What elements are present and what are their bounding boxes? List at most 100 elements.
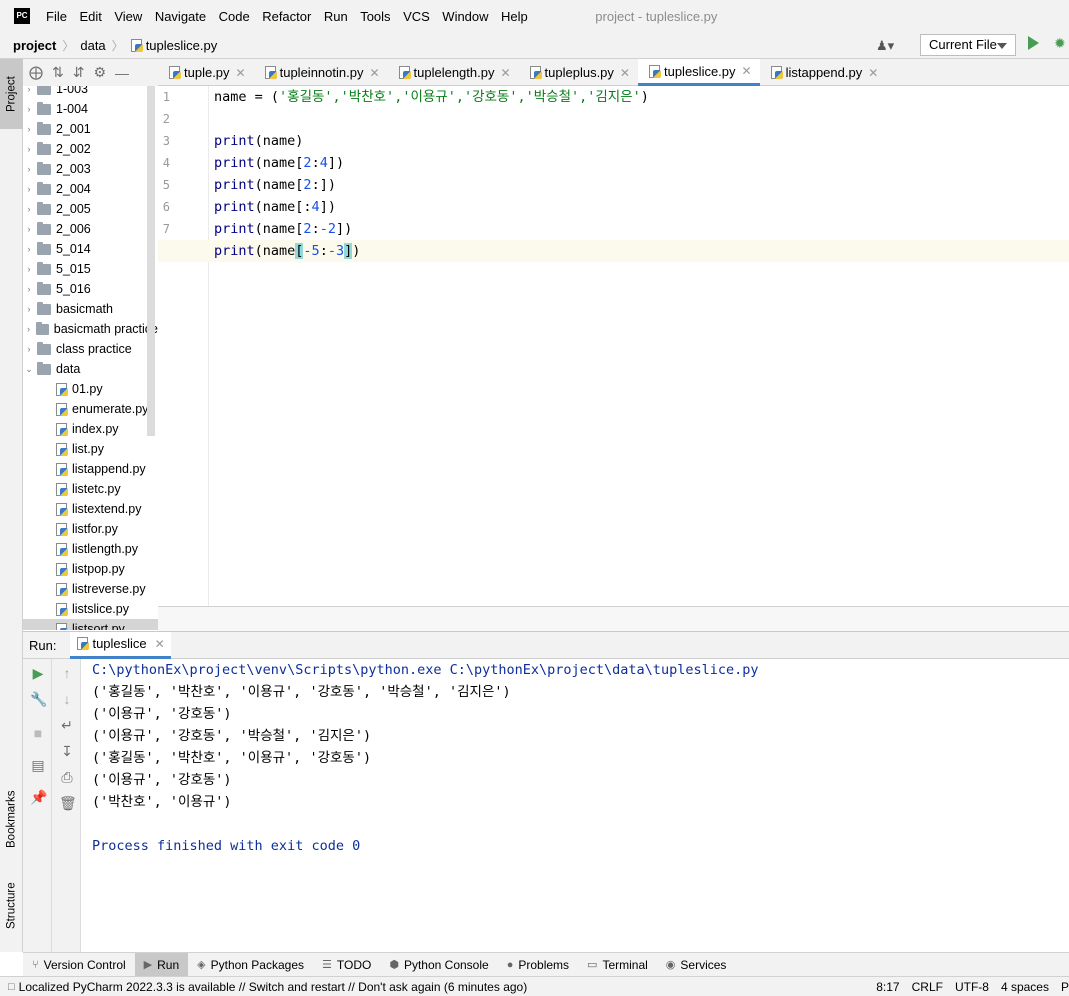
tree-folder[interactable]: › 5_016 bbox=[23, 279, 158, 299]
chevron-right-icon[interactable]: › bbox=[23, 164, 35, 174]
editor-horizontal-scroll[interactable] bbox=[158, 606, 1069, 631]
tree-folder[interactable]: › 2_002 bbox=[23, 139, 158, 159]
tool-tab-python-packages[interactable]: ◈ Python Packages bbox=[188, 953, 313, 977]
print-icon[interactable]: ⎙ bbox=[59, 769, 75, 785]
tree-folder[interactable]: › class practice bbox=[23, 339, 158, 359]
tree-folder[interactable]: › 1-003 bbox=[23, 86, 158, 99]
collapse-all-icon[interactable]: ⇵ bbox=[73, 64, 85, 81]
locate-target-icon[interactable]: ⨁ bbox=[29, 64, 43, 81]
menu-code[interactable]: Code bbox=[219, 9, 250, 24]
chevron-right-icon[interactable]: › bbox=[23, 184, 35, 194]
hide-minus-icon[interactable]: — bbox=[115, 65, 129, 81]
tree-folder[interactable]: › 2_004 bbox=[23, 179, 158, 199]
breadcrumb-project[interactable]: project bbox=[13, 38, 56, 53]
editor-tab[interactable]: tuplelength.py ✕ bbox=[388, 59, 519, 86]
chevron-right-icon[interactable]: › bbox=[23, 224, 35, 234]
pin-icon[interactable]: 📌 bbox=[30, 789, 47, 805]
chevron-right-icon[interactable]: › bbox=[23, 284, 35, 294]
tree-file[interactable]: listsort.py bbox=[23, 619, 158, 630]
run-console-output[interactable]: C:\pythonEx\project\venv\Scripts\python.… bbox=[82, 659, 1069, 952]
tree-folder[interactable]: › 1-004 bbox=[23, 99, 158, 119]
close-icon[interactable]: ✕ bbox=[369, 66, 379, 80]
tree-file[interactable]: listlength.py bbox=[23, 539, 158, 559]
arrow-up-icon[interactable]: ↑ bbox=[59, 665, 75, 681]
close-icon[interactable]: ✕ bbox=[155, 637, 165, 651]
expand-all-icon[interactable]: ⇅ bbox=[52, 64, 64, 81]
chevron-right-icon[interactable]: › bbox=[23, 324, 34, 334]
notification-icon[interactable]: □ bbox=[8, 981, 15, 993]
tool-tab-project[interactable]: Project bbox=[0, 59, 23, 129]
editor-tab[interactable]: tupleslice.py ✕ bbox=[637, 59, 760, 86]
chevron-right-icon[interactable]: › bbox=[23, 144, 35, 154]
editor-tab[interactable]: tupleplus.py ✕ bbox=[519, 59, 638, 86]
tree-file[interactable]: 01.py bbox=[23, 379, 158, 399]
menu-edit[interactable]: Edit bbox=[79, 9, 101, 24]
status-message[interactable]: Localized PyCharm 2022.3.3 is available … bbox=[19, 980, 877, 994]
tree-file[interactable]: enumerate.py bbox=[23, 399, 158, 419]
menu-run[interactable]: Run bbox=[324, 9, 348, 24]
tree-file[interactable]: listetc.py bbox=[23, 479, 158, 499]
menu-vcs[interactable]: VCS bbox=[403, 9, 430, 24]
editor-tab[interactable]: tuple.py ✕ bbox=[158, 59, 254, 86]
editor-tab[interactable]: tupleinnotin.py ✕ bbox=[254, 59, 388, 86]
debug-bug-icon[interactable]: ✹ bbox=[1054, 36, 1067, 51]
tool-tab-terminal[interactable]: ▭ Terminal bbox=[578, 953, 657, 977]
arrow-down-icon[interactable]: ↓ bbox=[59, 691, 75, 707]
menu-view[interactable]: View bbox=[114, 9, 142, 24]
run-tab-tupleslice[interactable]: tupleslice ✕ bbox=[70, 631, 171, 659]
tree-file[interactable]: listslice.py bbox=[23, 599, 158, 619]
tool-tab-version-control[interactable]: ⑂ Version Control bbox=[23, 953, 135, 977]
tree-file[interactable]: index.py bbox=[23, 419, 158, 439]
close-icon[interactable]: ✕ bbox=[500, 66, 510, 80]
menu-tools[interactable]: Tools bbox=[360, 9, 390, 24]
chevron-right-icon[interactable]: › bbox=[23, 344, 35, 354]
menu-refactor[interactable]: Refactor bbox=[262, 9, 311, 24]
tree-file[interactable]: listfor.py bbox=[23, 519, 158, 539]
tree-folder[interactable]: › 2_005 bbox=[23, 199, 158, 219]
tree-folder[interactable]: › 2_001 bbox=[23, 119, 158, 139]
file-encoding[interactable]: UTF-8 bbox=[955, 980, 989, 994]
menu-help[interactable]: Help bbox=[501, 9, 528, 24]
run-configuration-select[interactable]: Current File bbox=[920, 34, 1016, 56]
gear-icon[interactable]: ⚙ bbox=[93, 64, 106, 81]
tool-tab-run[interactable]: ▶ Run bbox=[134, 952, 189, 977]
tree-file[interactable]: listreverse.py bbox=[23, 579, 158, 599]
tool-tab-todo[interactable]: ☰ TODO bbox=[313, 953, 380, 977]
tree-file[interactable]: listextend.py bbox=[23, 499, 158, 519]
soft-wrap-icon[interactable]: ↵ bbox=[59, 717, 75, 733]
wrench-icon[interactable]: 🔧 bbox=[30, 691, 47, 707]
tree-folder[interactable]: › 5_015 bbox=[23, 259, 158, 279]
trash-icon[interactable]: 🗑 bbox=[59, 795, 77, 811]
run-button[interactable] bbox=[1028, 36, 1039, 50]
close-icon[interactable]: ✕ bbox=[742, 64, 752, 78]
tree-file[interactable]: list.py bbox=[23, 439, 158, 459]
tool-tab-services[interactable]: ◉ Services bbox=[657, 953, 736, 977]
layout-icon[interactable]: ▤ bbox=[30, 757, 46, 773]
chevron-down-icon[interactable]: ⌄ bbox=[23, 364, 35, 375]
chevron-right-icon[interactable]: › bbox=[23, 86, 35, 94]
close-icon[interactable]: ✕ bbox=[236, 66, 246, 80]
tool-tab-python-console[interactable]: ⬢ Python Console bbox=[380, 953, 497, 977]
tree-file[interactable]: listpop.py bbox=[23, 559, 158, 579]
editor-tab[interactable]: listappend.py ✕ bbox=[760, 59, 887, 86]
tool-tab-structure[interactable]: Structure bbox=[0, 871, 23, 941]
user-account-icon[interactable]: ♟▾ bbox=[876, 38, 900, 53]
line-separator[interactable]: CRLF bbox=[912, 980, 943, 994]
tree-folder[interactable]: › 5_014 bbox=[23, 239, 158, 259]
stop-icon[interactable]: ■ bbox=[30, 725, 46, 741]
tool-tab-bookmarks[interactable]: Bookmarks bbox=[0, 779, 23, 859]
tree-folder[interactable]: › 2_003 bbox=[23, 159, 158, 179]
tree-folder[interactable]: › basicmath practice bbox=[23, 319, 158, 339]
chevron-right-icon[interactable]: › bbox=[23, 124, 35, 134]
close-icon[interactable]: ✕ bbox=[620, 66, 630, 80]
interpreter-indicator[interactable]: P bbox=[1061, 980, 1069, 994]
tree-scrollbar[interactable] bbox=[147, 86, 155, 436]
chevron-right-icon[interactable]: › bbox=[23, 104, 35, 114]
chevron-right-icon[interactable]: › bbox=[23, 264, 35, 274]
tool-tab-problems[interactable]: ● Problems bbox=[498, 953, 578, 977]
caret-position[interactable]: 8:17 bbox=[876, 980, 899, 994]
breadcrumb-folder[interactable]: data bbox=[80, 38, 105, 53]
chevron-right-icon[interactable]: › bbox=[23, 304, 35, 314]
scroll-to-end-icon[interactable]: ↧ bbox=[59, 743, 75, 759]
chevron-right-icon[interactable]: › bbox=[23, 244, 35, 254]
